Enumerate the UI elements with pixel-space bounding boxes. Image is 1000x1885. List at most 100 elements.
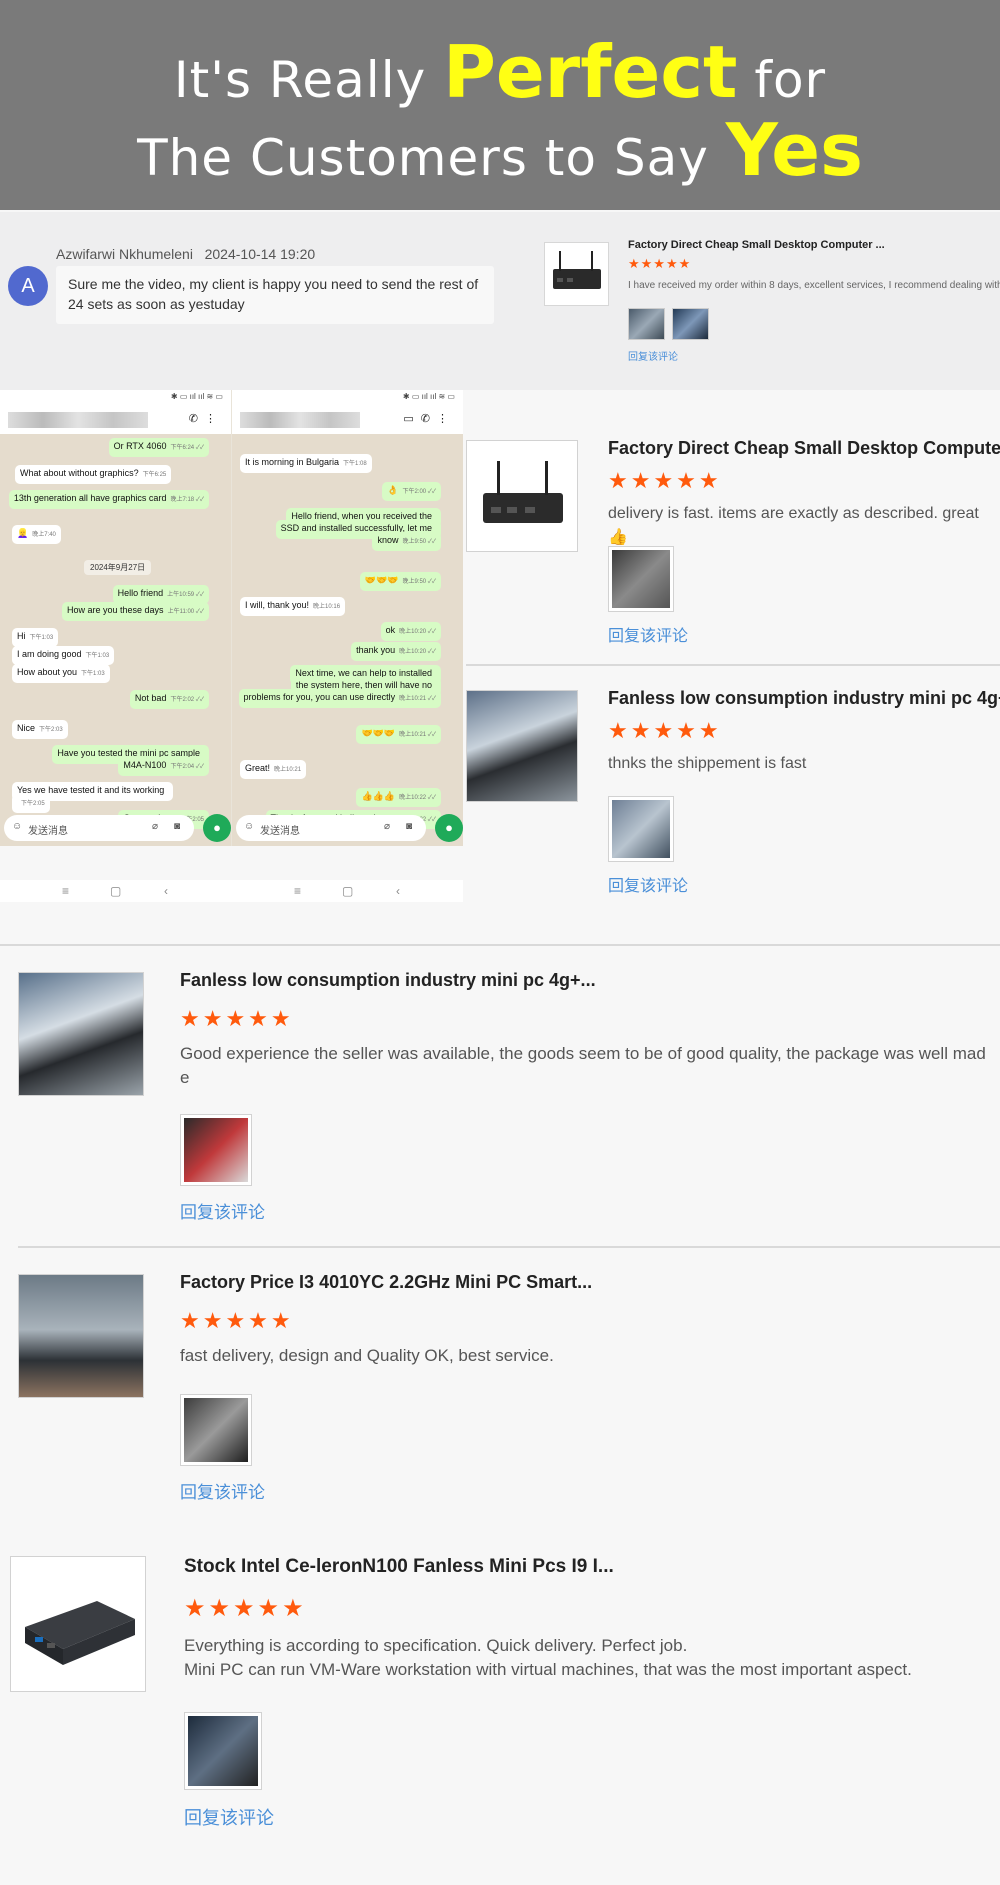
chat-message-out: ok 晚上10:20 ✓✓ [380, 622, 441, 641]
product-thumbnail[interactable] [466, 690, 578, 802]
chat-message-out: 👌 下午2:00 ✓✓ [382, 482, 441, 501]
message-time: 晚上10:20 ✓✓ [399, 649, 436, 655]
reply-link[interactable]: 回复该评论 [628, 348, 678, 363]
chat-message-out: 🤝🤝🤝 晚上9:50 ✓✓ [359, 572, 441, 591]
chat-header: ▭✆⋮ [232, 404, 463, 434]
product-title[interactable]: Fanless low consumption industry mini pc… [608, 688, 1000, 709]
reviewer-meta: Azwifarwi Nkhumeleni 2024-10-14 19:20 [56, 246, 315, 262]
divider [18, 1246, 1000, 1248]
chat-phone-left: ✱ ▭ ııl ııl ≋ ▭ ✆⋮ Or RTX 4060 下午6:24 ✓✓ W… [0, 390, 231, 846]
mic-button[interactable]: ● [435, 814, 463, 842]
message-time: 下午2:02 ✓✓ [170, 697, 204, 703]
review-text: delivery is fast. items are exactly as d… [608, 505, 979, 546]
avatar: A [8, 266, 48, 306]
chat-message-in: 👱‍♀️ 晚上7:40 [12, 525, 61, 544]
back-nav-icon[interactable]: ‹ [164, 884, 168, 898]
message-time: 下午6:24 ✓✓ [170, 445, 204, 451]
chat-message-out: 👍👍👍 晚上10:22 ✓✓ [356, 788, 441, 807]
status-bar: ✱ ▭ ııl ııl ≋ ▭ [0, 390, 231, 404]
message-time: 下午1:03 [29, 635, 54, 641]
headline-line-1: It's Really Perfect for [173, 30, 827, 114]
chat-message-out: problems for you, you can use directly 晚上… [238, 689, 441, 708]
reply-link[interactable]: 回复该评论 [180, 1198, 265, 1223]
chat-message-out: 🤝🤝🤝 晚上10:21 ✓✓ [356, 725, 441, 744]
review-text: Good experience the seller was available… [180, 1044, 986, 1087]
home-nav-icon[interactable]: ▢ [342, 884, 353, 898]
review-photo[interactable] [672, 308, 709, 340]
chat-message-out: thank you 晚上10:20 ✓✓ [351, 642, 441, 661]
review-text: thnks the shippement is fast [608, 755, 807, 772]
reviewer-name: Azwifarwi Nkhumeleni [56, 246, 193, 262]
message-time: 下午1:08 [343, 461, 367, 467]
home-nav-icon[interactable]: ▢ [110, 884, 121, 898]
call-icons[interactable]: ▭✆⋮ [403, 412, 455, 425]
chat-header: ✆⋮ [0, 404, 231, 434]
review-photo[interactable] [180, 1114, 252, 1186]
review-date: 2024-10-14 19:20 [204, 246, 316, 262]
divider [466, 664, 1000, 666]
rating-stars: ★★★★★ [180, 1308, 294, 1333]
reply-link[interactable]: 回复该评论 [608, 622, 688, 646]
message-time: 晚上9:50 ✓✓ [402, 579, 436, 585]
message-time: 下午2:03 [39, 727, 63, 733]
chat-message-in: What about without graphics? 下午6:25 [15, 465, 172, 484]
rating-stars: ★★★★★ [184, 1595, 307, 1622]
product-title[interactable]: Factory Direct Cheap Small Desktop Compu… [628, 239, 885, 251]
emoji-icon[interactable]: ☺ [12, 821, 22, 832]
rating-stars: ★★★★★ [180, 1006, 294, 1031]
review-photo[interactable] [180, 1394, 252, 1466]
product-title[interactable]: Stock Intel Ce-leronN100 Fanless Mini Pc… [184, 1556, 614, 1578]
product-thumbnail[interactable] [18, 972, 144, 1096]
product-thumbnail[interactable] [18, 1274, 144, 1398]
product-thumbnail[interactable] [10, 1556, 146, 1692]
call-icons[interactable]: ✆⋮ [189, 412, 223, 425]
customer-message-section: A Azwifarwi Nkhumeleni 2024-10-14 19:20 … [0, 212, 1000, 390]
chat-message-out: 13th generation all have graphics card 晚上… [8, 490, 209, 509]
message-time: 上午11:00 ✓✓ [167, 609, 204, 615]
review-photo[interactable] [608, 796, 674, 862]
menu-nav-icon[interactable]: ≡ [62, 884, 69, 898]
chat-message-in: Great! 晚上10:21 [240, 760, 307, 779]
headline-line-2: The Customers to Say Yes [137, 108, 863, 192]
rating-stars: ★★★★★ [608, 468, 722, 493]
message-time: 晚上10:16 [313, 604, 341, 610]
attach-icon[interactable]: ⌀ [152, 821, 158, 832]
chat-message-in: I am doing good 下午1:03 [12, 646, 115, 665]
product-title[interactable]: Fanless low consumption industry mini pc… [180, 970, 596, 991]
review-photo[interactable] [628, 308, 665, 340]
back-nav-icon[interactable]: ‹ [396, 884, 400, 898]
mic-button[interactable]: ● [203, 814, 231, 842]
message-input[interactable]: ☺ 发送消息 ⌀ ◙ [4, 815, 194, 841]
message-time: 晚上9:50 ✓✓ [402, 539, 436, 545]
product-title[interactable]: Factory Direct Cheap Small Desktop Compu… [608, 438, 1000, 459]
product-title[interactable]: Factory Price I3 4010YC 2.2GHz Mini PC S… [180, 1272, 592, 1293]
product-thumbnail[interactable] [544, 242, 609, 306]
reply-link[interactable]: 回复该评论 [180, 1478, 265, 1503]
camera-icon[interactable]: ◙ [174, 821, 180, 832]
message-time: 下午2:04 ✓✓ [170, 764, 204, 770]
review-photo[interactable] [608, 546, 674, 612]
chat-message-in: 下午2:05 [12, 794, 50, 813]
chat-message-out: know 晚上9:50 ✓✓ [372, 532, 441, 551]
product-thumbnail[interactable] [466, 440, 578, 552]
message-time: 晚上10:21 ✓✓ [399, 732, 436, 738]
android-nav-bar: ≡ ▢ ‹ ≡ ▢ ‹ [0, 880, 463, 902]
reply-link[interactable]: 回复该评论 [608, 872, 688, 896]
blurred-contact-name [8, 412, 148, 428]
review-text: I have received my order within 8 days, … [628, 280, 1000, 291]
review-photo[interactable] [184, 1712, 262, 1790]
menu-nav-icon[interactable]: ≡ [294, 884, 301, 898]
divider [0, 944, 1000, 946]
message-time: 晚上10:20 ✓✓ [399, 629, 436, 635]
camera-icon[interactable]: ◙ [406, 821, 412, 832]
attach-icon[interactable]: ⌀ [384, 821, 390, 832]
chat-message-in: It is morning in Bulgaria 下午1:08 [240, 454, 372, 473]
chat-screenshots: ✱ ▭ ııl ııl ≋ ▭ ✆⋮ Or RTX 4060 下午6:24 ✓✓ W… [0, 390, 463, 846]
rating-stars: ★★★★★ [608, 718, 722, 743]
headline-highlight-perfect: Perfect [443, 30, 738, 114]
emoji-icon[interactable]: ☺ [244, 821, 254, 832]
reply-link[interactable]: 回复该评论 [184, 1804, 274, 1830]
message-time: 晚上10:22 ✓✓ [399, 795, 436, 801]
message-input[interactable]: ☺ 发送消息 ⌀ ◙ [236, 815, 426, 841]
rating-stars: ★★★★★ [628, 256, 692, 271]
